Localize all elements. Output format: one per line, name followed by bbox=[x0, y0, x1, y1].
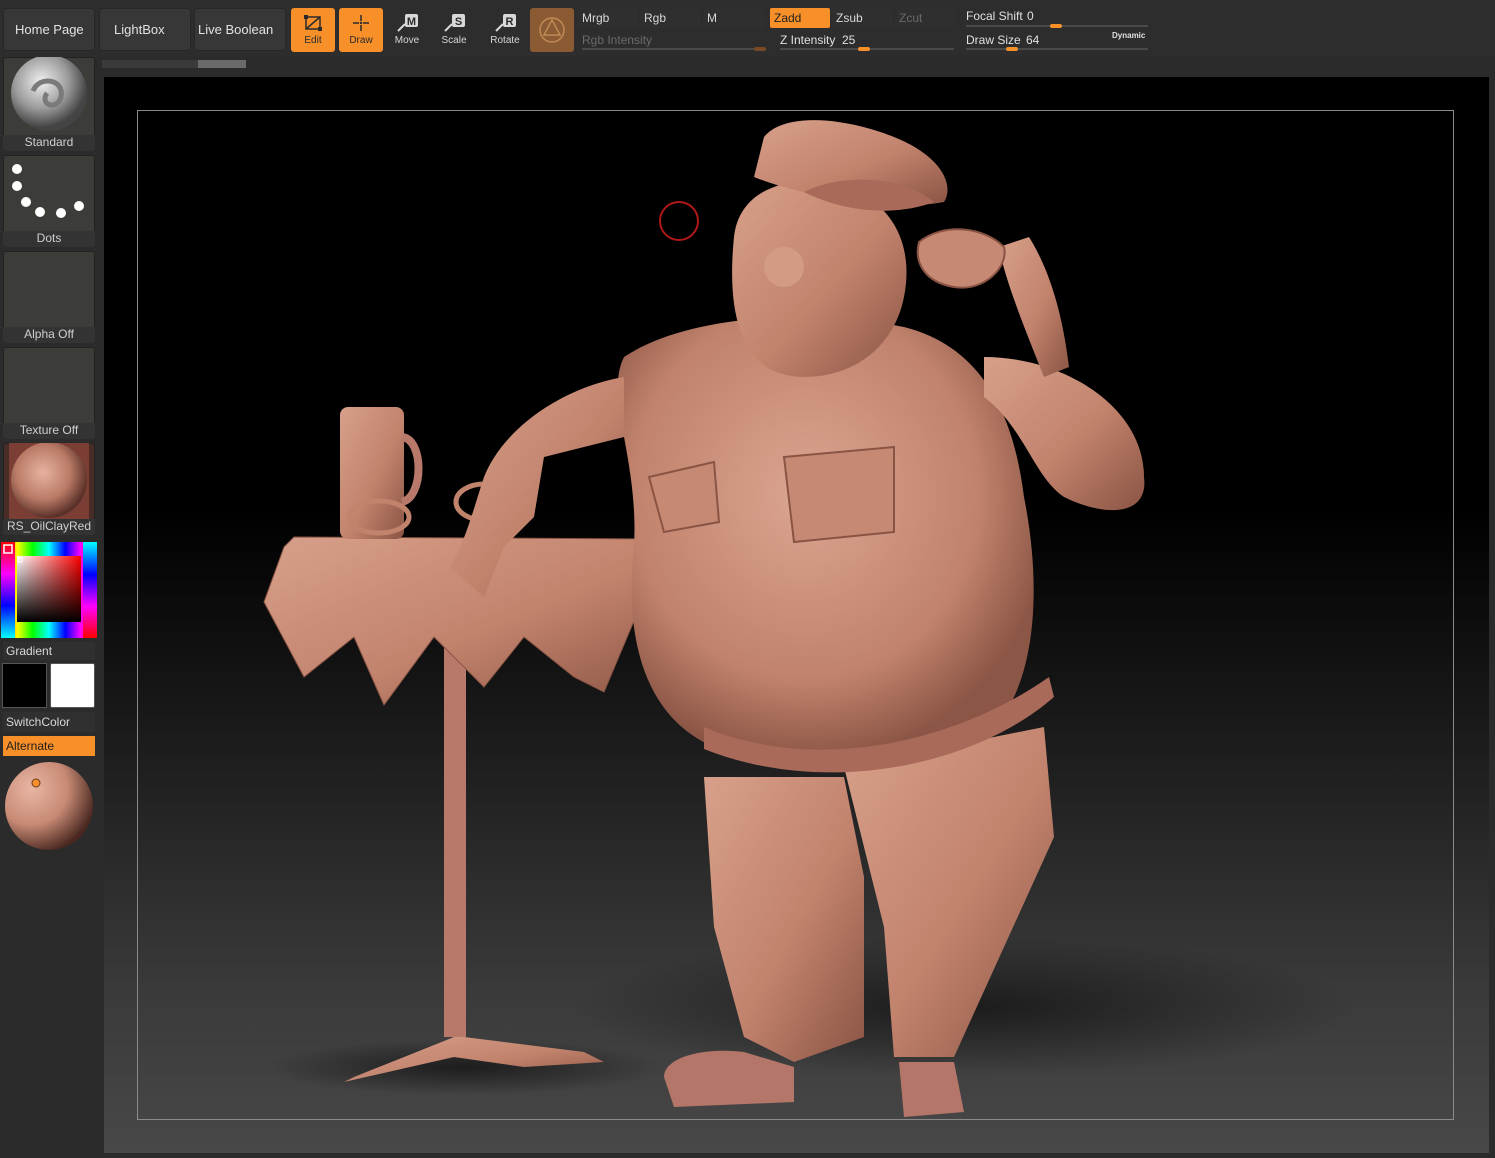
m-label: M bbox=[707, 11, 717, 25]
rgb-intensity-track bbox=[582, 48, 766, 50]
material-sphere-icon bbox=[9, 443, 89, 519]
stroke-selector[interactable]: Dots bbox=[3, 155, 95, 247]
zadd-button[interactable]: Zadd bbox=[770, 8, 830, 28]
m-button[interactable]: M bbox=[703, 8, 765, 28]
light-sphere-icon bbox=[5, 762, 93, 850]
lightbox-label: LightBox bbox=[114, 22, 165, 37]
color-picker[interactable] bbox=[1, 542, 97, 638]
secondary-color-swatch[interactable] bbox=[50, 663, 95, 708]
mrgb-label: Mrgb bbox=[582, 11, 610, 25]
lightbox-button[interactable]: LightBox bbox=[99, 8, 191, 51]
edit-icon bbox=[304, 15, 322, 31]
focal-shift-slider[interactable]: Focal Shift 0 bbox=[962, 7, 1150, 28]
tab-scroll-strip[interactable] bbox=[102, 60, 246, 68]
material-shortcut-button[interactable] bbox=[530, 8, 574, 52]
move-button[interactable]: M Move bbox=[385, 8, 429, 52]
switchcolor-label: SwitchColor bbox=[6, 715, 71, 729]
draw-size-value: 64 bbox=[1026, 33, 1040, 47]
document-frame bbox=[137, 110, 1454, 1120]
tab-scroll-thumb[interactable] bbox=[198, 60, 246, 68]
rotate-button[interactable]: R Rotate bbox=[483, 8, 527, 52]
mrgb-button[interactable]: Mrgb bbox=[578, 8, 638, 28]
matcap-preview[interactable] bbox=[4, 761, 94, 851]
material-icon bbox=[539, 17, 565, 43]
svg-text:M: M bbox=[407, 16, 416, 28]
draw-label: Draw bbox=[349, 35, 373, 46]
zcut-button[interactable]: Zcut bbox=[895, 8, 955, 28]
zcut-label: Zcut bbox=[899, 11, 923, 25]
stroke-label: Dots bbox=[3, 231, 95, 247]
gradient-label: Gradient bbox=[6, 644, 53, 658]
z-intensity-knob[interactable] bbox=[858, 47, 870, 51]
texture-label: Texture Off bbox=[3, 423, 95, 439]
brush-label: Standard bbox=[3, 135, 95, 151]
material-selector[interactable]: RS_OilClayRed bbox=[3, 443, 95, 535]
z-intensity-label: Z Intensity bbox=[780, 33, 836, 47]
dots-stroke-icon bbox=[12, 164, 84, 218]
alternate-label: Alternate bbox=[6, 739, 55, 753]
draw-size-label: Draw Size bbox=[966, 33, 1021, 47]
rotate-icon: R bbox=[495, 14, 516, 32]
home-page-button[interactable]: Home Page bbox=[3, 8, 95, 51]
rgb-button[interactable]: Rgb bbox=[640, 8, 700, 28]
rgb-label: Rgb bbox=[644, 11, 667, 25]
rgb-intensity-knob[interactable] bbox=[754, 47, 766, 51]
draw-icon bbox=[353, 15, 369, 31]
zsub-button[interactable]: Zsub bbox=[832, 8, 892, 28]
alpha-selector[interactable]: Alpha Off bbox=[3, 251, 95, 343]
rgb-intensity-label: Rgb Intensity bbox=[582, 33, 653, 47]
svg-text:R: R bbox=[506, 16, 514, 28]
alpha-label: Alpha Off bbox=[3, 327, 95, 343]
scale-label: Scale bbox=[441, 35, 467, 46]
texture-selector[interactable]: Texture Off bbox=[3, 347, 95, 439]
rgb-intensity-slider[interactable]: Rgb Intensity bbox=[578, 31, 768, 51]
color-picker-wheel[interactable] bbox=[1, 542, 97, 638]
z-intensity-slider[interactable]: Z Intensity 25 bbox=[776, 31, 956, 51]
zsub-label: Zsub bbox=[836, 11, 863, 25]
standard-brush-icon bbox=[11, 57, 87, 131]
draw-size-knob[interactable] bbox=[1006, 47, 1018, 51]
move-label: Move bbox=[394, 35, 420, 46]
focal-shift-value: 0 bbox=[1027, 9, 1034, 23]
rotate-label: Rotate bbox=[490, 35, 520, 46]
move-icon: M bbox=[397, 14, 418, 32]
home-page-label: Home Page bbox=[15, 22, 84, 37]
focal-shift-label: Focal Shift bbox=[966, 9, 1023, 23]
alternate-button[interactable]: Alternate bbox=[3, 736, 95, 756]
left-tray: Standard Dots Alpha Off Texture Off RS_O… bbox=[0, 57, 100, 1158]
z-intensity-value: 25 bbox=[842, 33, 856, 47]
brush-selector[interactable]: Standard bbox=[3, 57, 95, 151]
switchcolor-button[interactable]: SwitchColor bbox=[3, 712, 95, 732]
focal-shift-knob[interactable] bbox=[1050, 24, 1062, 28]
draw-size-slider[interactable]: Draw Size 64 Dynamic bbox=[962, 31, 1150, 51]
zadd-label: Zadd bbox=[774, 11, 802, 25]
top-toolbar: Home Page LightBox Live Boolean Edit Dra… bbox=[0, 0, 1495, 57]
svg-text:S: S bbox=[455, 16, 462, 28]
live-boolean-label: Live Boolean bbox=[198, 22, 274, 37]
scale-icon: S bbox=[444, 14, 465, 32]
live-boolean-button[interactable]: Live Boolean bbox=[194, 8, 286, 51]
draw-button[interactable]: Draw bbox=[339, 8, 383, 52]
main-color-swatch[interactable] bbox=[2, 663, 47, 708]
edit-label: Edit bbox=[304, 35, 322, 46]
gradient-toggle[interactable]: Gradient bbox=[3, 642, 95, 660]
scale-button[interactable]: S Scale bbox=[432, 8, 476, 52]
dynamic-toggle[interactable]: Dynamic bbox=[1112, 31, 1145, 40]
material-label: RS_OilClayRed bbox=[3, 519, 95, 535]
edit-button[interactable]: Edit bbox=[291, 8, 335, 52]
draw-size-track bbox=[966, 48, 1148, 50]
